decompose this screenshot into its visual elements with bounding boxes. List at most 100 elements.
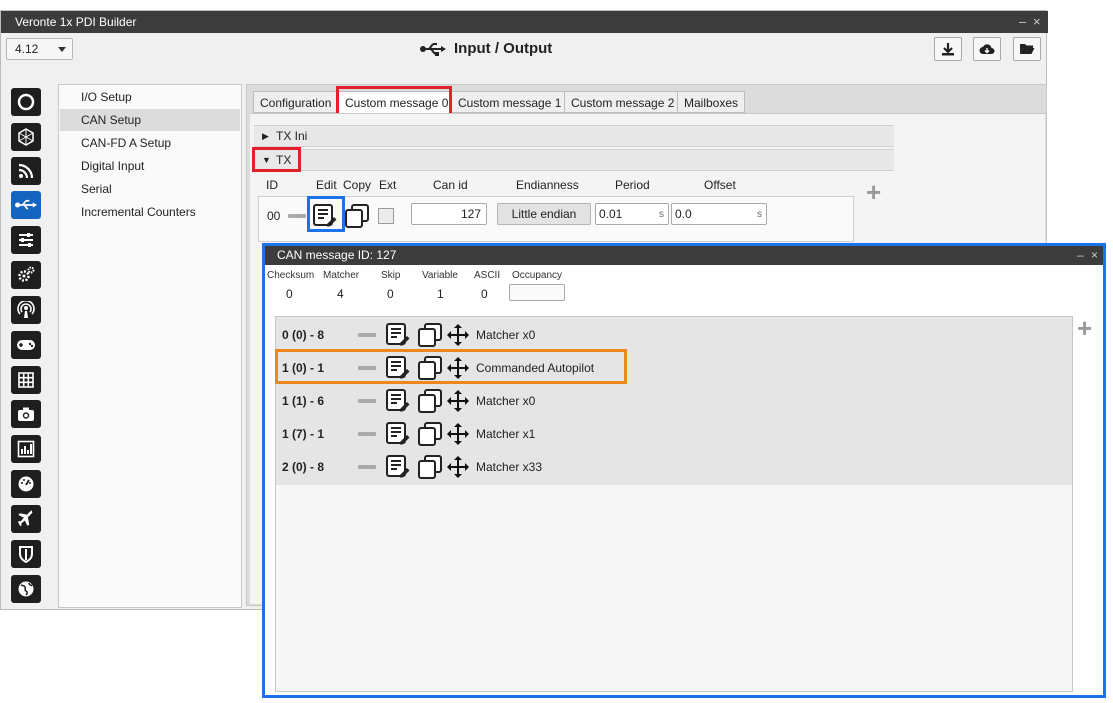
move-arrows-icon[interactable] bbox=[446, 422, 470, 446]
copy-icon[interactable] bbox=[418, 323, 442, 347]
submenu-item-io-setup[interactable]: I/O Setup bbox=[60, 86, 240, 108]
page-header: Input / Output bbox=[420, 38, 552, 60]
matcher-row-id: 1 (1) - 6 bbox=[282, 394, 325, 408]
matcher-row[interactable]: 1 (7) - 1 Matcher x1 bbox=[276, 417, 1072, 450]
sidebar-hexagon[interactable] bbox=[11, 123, 41, 151]
sidebar-plane[interactable] bbox=[11, 505, 41, 533]
sidebar-gauge[interactable] bbox=[11, 470, 41, 498]
chevron-down-icon bbox=[58, 47, 66, 52]
popup-minimize-button[interactable]: – bbox=[1077, 246, 1084, 265]
sidebar-camera[interactable] bbox=[11, 400, 41, 428]
matcher-row-id: 1 (7) - 1 bbox=[282, 427, 325, 441]
edit-list-icon[interactable] bbox=[385, 421, 411, 447]
add-matcher-button[interactable]: + bbox=[1077, 315, 1092, 341]
gamepad-icon bbox=[17, 340, 35, 350]
submenu-item-can-fd-a-setup[interactable]: CAN-FD A Setup bbox=[60, 132, 240, 154]
col-header-copy: Copy bbox=[343, 178, 372, 192]
tab-custom-message-1[interactable]: Custom message 1 bbox=[451, 91, 569, 113]
cloud-download-button[interactable] bbox=[973, 37, 1001, 61]
close-button[interactable]: × bbox=[1033, 11, 1041, 33]
col-header-offset: Offset bbox=[704, 178, 736, 192]
sidebar-power[interactable] bbox=[11, 88, 41, 116]
matcher-row[interactable]: 0 (0) - 8 Matcher x0 bbox=[276, 318, 1072, 351]
matcher-row-label: Matcher x1 bbox=[476, 427, 536, 441]
section-tx-ini[interactable]: ▶ TX Ini bbox=[254, 125, 894, 147]
can-message-popup: CAN message ID: 127 – × Checksum Matcher… bbox=[262, 243, 1106, 698]
remove-matcher-button[interactable] bbox=[358, 432, 376, 436]
remove-matcher-button[interactable] bbox=[358, 333, 376, 337]
download-icon bbox=[942, 43, 954, 56]
stat-label-checksum: Checksum bbox=[267, 270, 315, 281]
submenu-item-incremental-counters[interactable]: Incremental Counters bbox=[60, 201, 240, 223]
matcher-row-id: 0 (0) - 8 bbox=[282, 328, 325, 342]
matcher-row[interactable]: 1 (1) - 6 Matcher x0 bbox=[276, 384, 1072, 417]
edit-list-icon[interactable] bbox=[385, 322, 411, 348]
page-title: Input / Output bbox=[454, 40, 553, 57]
copy-icon bbox=[345, 204, 369, 228]
stat-label-matcher: Matcher bbox=[323, 270, 360, 281]
minimize-button[interactable]: – bbox=[1019, 11, 1026, 33]
title-bar: Veronte 1x PDI Builder – × bbox=[1, 11, 1048, 33]
open-folder-button[interactable] bbox=[1013, 37, 1041, 61]
sidebar-globe[interactable] bbox=[11, 575, 41, 603]
copy-tx-button[interactable] bbox=[345, 204, 369, 231]
copy-icon[interactable] bbox=[418, 455, 442, 479]
submenu-item-serial[interactable]: Serial bbox=[60, 178, 240, 200]
hexagon-icon bbox=[18, 128, 34, 146]
sidebar-broadcast[interactable] bbox=[11, 296, 41, 324]
sidebar-chart[interactable] bbox=[11, 435, 41, 463]
matcher-row[interactable]: 2 (0) - 8 Matcher x33 bbox=[276, 450, 1072, 483]
move-arrows-icon[interactable] bbox=[446, 455, 470, 479]
col-header-ext: Ext bbox=[379, 178, 397, 192]
gears-icon bbox=[18, 266, 35, 282]
matcher-row-label: Matcher x0 bbox=[476, 394, 536, 408]
remove-matcher-button[interactable] bbox=[358, 465, 376, 469]
sidebar-gamepad[interactable] bbox=[11, 331, 41, 359]
section-tx[interactable]: ▼ TX bbox=[254, 149, 894, 171]
edit-list-icon[interactable] bbox=[385, 388, 411, 414]
remove-tx-button[interactable] bbox=[288, 214, 306, 218]
col-header-can-id: Can id bbox=[433, 178, 468, 192]
endianness-button[interactable]: Little endian bbox=[497, 203, 591, 225]
tab-configuration[interactable]: Configuration bbox=[253, 91, 339, 113]
expand-arrow-icon: ▶ bbox=[262, 131, 269, 141]
plane-icon bbox=[18, 510, 33, 527]
move-arrows-icon[interactable] bbox=[446, 323, 470, 347]
offset-value: 0.0 bbox=[675, 207, 692, 221]
copy-icon[interactable] bbox=[418, 389, 442, 413]
copy-icon[interactable] bbox=[418, 422, 442, 446]
sidebar-grid[interactable] bbox=[11, 366, 41, 394]
offset-input[interactable]: 0.0 s bbox=[671, 203, 767, 225]
matcher-row-label: Matcher x33 bbox=[476, 460, 543, 474]
submenu: I/O Setup CAN Setup CAN-FD A Setup Digit… bbox=[58, 84, 242, 608]
sidebar-sliders[interactable] bbox=[11, 226, 41, 254]
download-button[interactable] bbox=[934, 37, 962, 61]
ext-checkbox[interactable] bbox=[378, 208, 394, 224]
tab-mailboxes[interactable]: Mailboxes bbox=[677, 91, 746, 113]
submenu-item-can-setup[interactable]: CAN Setup bbox=[60, 109, 240, 131]
camera-icon bbox=[18, 407, 34, 421]
can-id-input[interactable]: 127 bbox=[411, 203, 487, 225]
edit-list-icon[interactable] bbox=[385, 454, 411, 480]
add-tx-button[interactable]: + bbox=[866, 179, 881, 205]
version-select[interactable]: 4.12 bbox=[6, 38, 73, 60]
broadcast-icon bbox=[17, 301, 35, 318]
sidebar-shield[interactable] bbox=[11, 540, 41, 568]
col-header-endianness: Endianness bbox=[516, 178, 579, 192]
stat-label-skip: Skip bbox=[381, 270, 401, 281]
power-icon bbox=[17, 93, 35, 111]
highlight-commanded-autopilot bbox=[275, 349, 627, 384]
sidebar-rss[interactable] bbox=[11, 157, 41, 185]
remove-matcher-button[interactable] bbox=[358, 399, 376, 403]
sidebar-input-output[interactable] bbox=[11, 191, 41, 219]
matcher-row-label: Matcher x0 bbox=[476, 328, 536, 342]
tab-custom-message-2[interactable]: Custom message 2 bbox=[564, 91, 682, 113]
period-unit: s bbox=[659, 209, 664, 220]
period-input[interactable]: 0.01 s bbox=[595, 203, 669, 225]
gauge-icon bbox=[18, 476, 34, 492]
submenu-item-digital-input[interactable]: Digital Input bbox=[60, 155, 240, 177]
popup-close-button[interactable]: × bbox=[1091, 246, 1098, 265]
tx-row-id: 00 bbox=[267, 209, 281, 223]
move-arrows-icon[interactable] bbox=[446, 389, 470, 413]
sidebar-gears[interactable] bbox=[11, 261, 41, 289]
